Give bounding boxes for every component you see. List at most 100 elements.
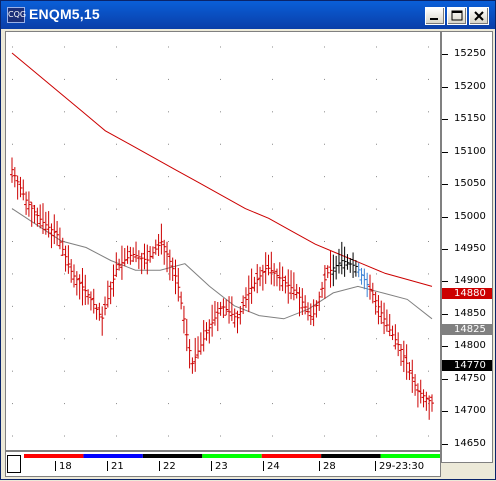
- price-bar: [373, 291, 378, 315]
- price-bar: [376, 295, 381, 325]
- grid-dot: [64, 370, 65, 372]
- grid-dot: [220, 435, 221, 437]
- grid-dot: [428, 176, 429, 178]
- price-bar: [328, 250, 333, 288]
- price-bar: [291, 272, 296, 301]
- price-bar: [410, 359, 415, 393]
- grid-dot: [376, 273, 377, 275]
- grid-dot: [428, 208, 429, 210]
- price-bar: [339, 241, 344, 275]
- price-bar: [418, 379, 423, 404]
- price-bar: [353, 259, 358, 277]
- price-bar: [38, 204, 43, 229]
- y-axis-label: 14650: [454, 437, 486, 449]
- price-bar: [413, 374, 418, 396]
- grid-dot: [168, 78, 169, 80]
- price-bar: [88, 291, 93, 311]
- grid-dot: [168, 46, 169, 48]
- price-bar: [258, 266, 263, 287]
- grid-dot: [272, 208, 273, 210]
- price-bar: [421, 389, 426, 408]
- grid-dot: [168, 176, 169, 178]
- cqg-app-icon[interactable]: CQG: [7, 7, 26, 23]
- price-bar: [396, 332, 401, 357]
- grid-dot: [324, 338, 325, 340]
- x-axis-divider: [375, 461, 376, 471]
- price-bar: [322, 265, 327, 299]
- price-bar: [125, 245, 130, 264]
- x-axis-label: 28: [323, 461, 336, 472]
- maximize-button[interactable]: [447, 7, 467, 25]
- price-bar: [15, 175, 20, 200]
- x-axis-divider: [319, 461, 320, 471]
- y-axis-tick: [442, 216, 448, 218]
- grid-dot: [376, 241, 377, 242]
- price-bar: [384, 309, 389, 332]
- grid-dot: [324, 403, 325, 405]
- grid-dot: [116, 370, 117, 372]
- grid-dot: [428, 111, 429, 113]
- grid-dot: [220, 273, 221, 275]
- price-bar: [398, 344, 403, 366]
- price-bar: [365, 272, 370, 298]
- grid-dot: [376, 435, 377, 437]
- grid-dot: [272, 338, 273, 340]
- price-bar: [427, 395, 432, 420]
- grid-dot: [376, 305, 377, 307]
- minimize-icon: [430, 18, 438, 20]
- grid-dot: [220, 143, 221, 145]
- price-bar: [66, 245, 71, 274]
- grid-dot: [272, 435, 273, 437]
- session-bar-segment: [83, 454, 143, 458]
- price-bar: [280, 266, 285, 292]
- price-chart-plot[interactable]: [5, 31, 441, 451]
- chart-window: CQG ENQM5,15 15250 15200 15150 15100 15050 15…: [0, 0, 496, 480]
- price-bar: [367, 274, 372, 300]
- y-axis-tick: [442, 86, 448, 88]
- grid-dot: [116, 208, 117, 210]
- grid-dot: [64, 78, 65, 80]
- price-bar: [190, 357, 195, 374]
- price-bar: [21, 179, 26, 201]
- y-axis-tick: [442, 378, 448, 380]
- x-axis-label: 18: [59, 461, 72, 472]
- grid-dot: [376, 46, 377, 48]
- title-bar[interactable]: CQG ENQM5,15: [1, 1, 495, 29]
- grid-dot: [168, 208, 169, 210]
- grid-dot: [220, 176, 221, 178]
- grid-dot: [12, 241, 13, 242]
- grid-dot: [64, 435, 65, 437]
- grid-dot: [324, 241, 325, 242]
- minimize-button[interactable]: [425, 7, 445, 25]
- price-bar: [277, 262, 282, 291]
- price-bar: [100, 306, 105, 336]
- price-bar: [142, 243, 147, 270]
- price-bar: [370, 282, 375, 304]
- y-axis-tick: [442, 346, 448, 348]
- price-bar: [52, 214, 57, 245]
- price-bar: [105, 280, 110, 308]
- grid-dot: [116, 338, 117, 340]
- grid-dot: [428, 46, 429, 48]
- grid-dot: [64, 176, 65, 178]
- y-axis-tick: [442, 54, 448, 56]
- grid-dot: [428, 241, 429, 242]
- price-bar: [342, 246, 347, 277]
- x-axis-divider: [107, 461, 108, 471]
- price-axis[interactable]: 15250 15200 15150 15100 15050 15000 14950 14900…: [441, 31, 493, 463]
- grid-dot: [272, 143, 273, 145]
- grid-dot: [324, 435, 325, 437]
- grid-dot: [324, 176, 325, 178]
- grid-dot: [116, 143, 117, 145]
- session-bar-segment: [24, 454, 84, 458]
- y-axis-label: 15200: [454, 80, 486, 92]
- price-bar: [117, 258, 122, 271]
- close-button[interactable]: [469, 7, 489, 25]
- price-bar: [305, 302, 310, 321]
- grid-dot: [64, 403, 65, 405]
- grid-dot: [12, 273, 13, 275]
- status-box[interactable]: [7, 455, 21, 473]
- grid-dot: [428, 305, 429, 307]
- price-bar: [401, 340, 406, 373]
- price-bar: [131, 247, 136, 263]
